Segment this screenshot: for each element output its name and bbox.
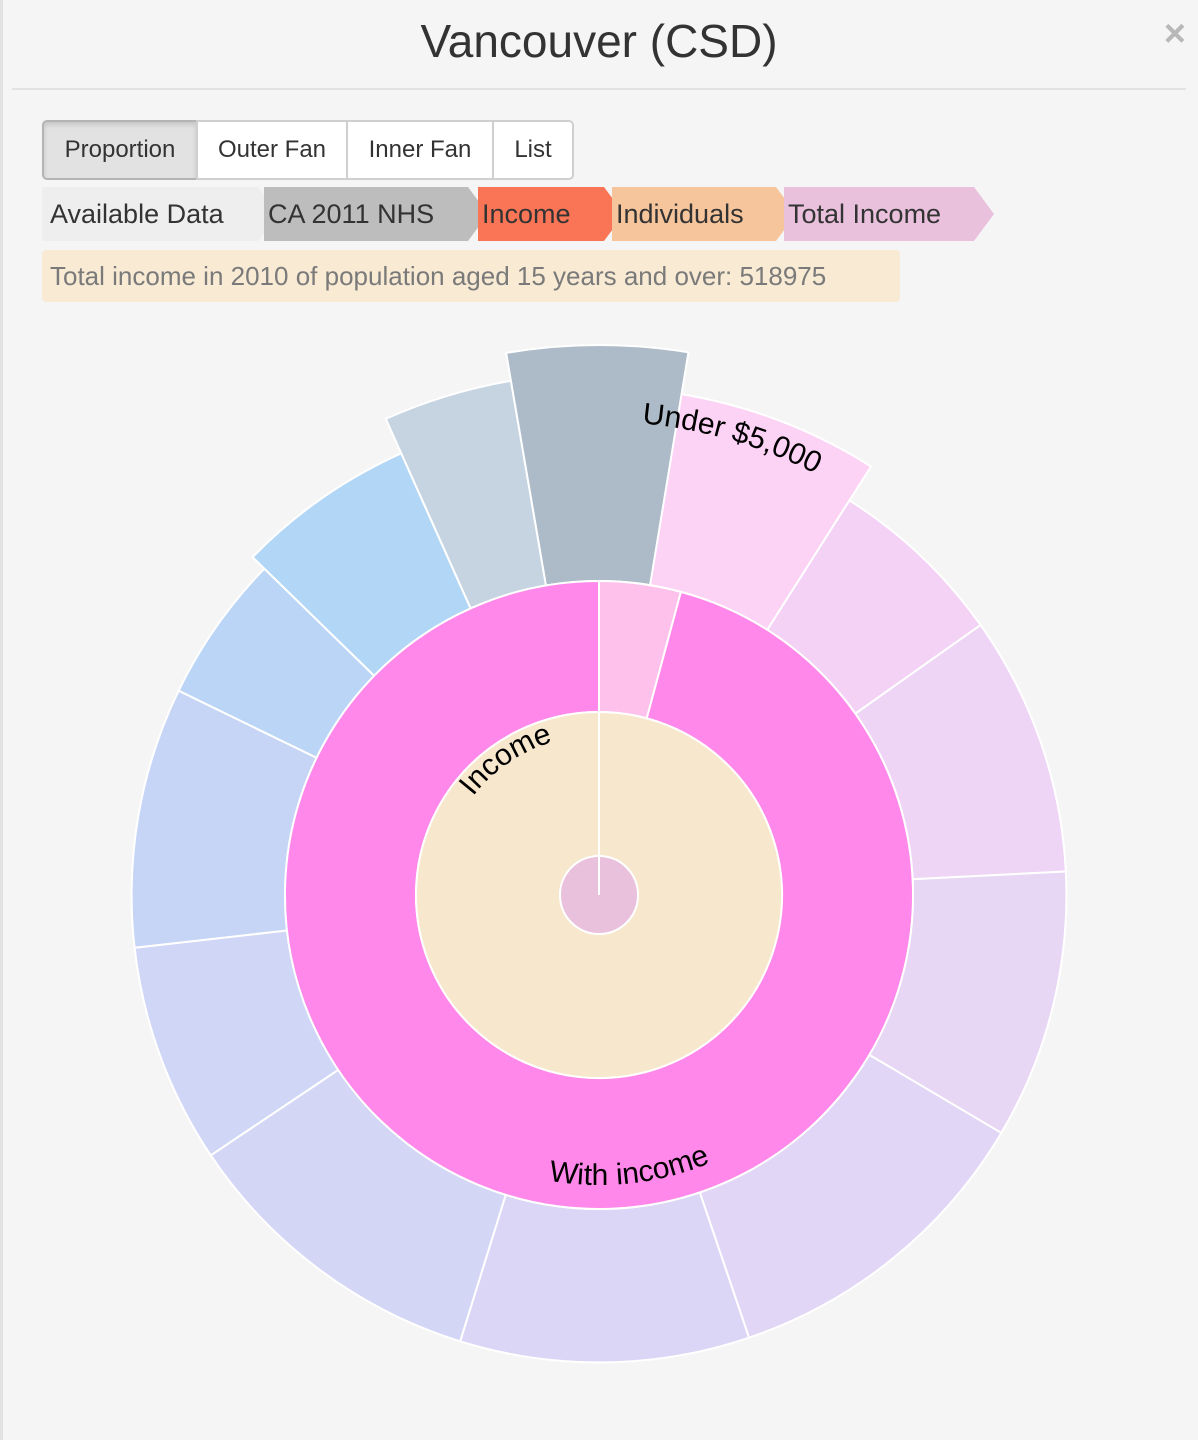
- sunburst-chart: Under $5,000With incomeIncome: [130, 344, 1068, 1364]
- breadcrumb-item-income[interactable]: Income: [474, 187, 624, 241]
- breadcrumb-label: Available Data: [50, 199, 224, 229]
- breadcrumb-item-total-income[interactable]: Total Income: [780, 187, 994, 241]
- sunburst-outer-segment[interactable]: [458, 1191, 751, 1364]
- modal-title: Vancouver (CSD): [420, 15, 778, 67]
- close-icon[interactable]: ×: [1164, 14, 1186, 54]
- breadcrumb-label: CA 2011 NHS: [268, 199, 435, 229]
- proportion-button[interactable]: Proportion: [42, 120, 198, 180]
- breadcrumb-item-ca-2011-nhs[interactable]: CA 2011 NHS: [260, 187, 488, 241]
- breadcrumb-label: Total Income: [788, 199, 942, 229]
- outer-fan-button[interactable]: Outer Fan: [196, 120, 348, 180]
- breadcrumb-item-individuals[interactable]: Individuals: [608, 187, 796, 241]
- breadcrumb-label: Income: [482, 199, 571, 229]
- modal-header: Vancouver (CSD) ×: [12, 0, 1186, 90]
- inner-fan-button[interactable]: Inner Fan: [346, 120, 494, 180]
- view-mode-button-group: Proportion Outer Fan Inner Fan List: [42, 120, 574, 180]
- breadcrumb-label: Individuals: [616, 199, 744, 229]
- list-button[interactable]: List: [492, 120, 574, 180]
- info-banner: Total income in 2010 of population aged …: [42, 250, 900, 302]
- breadcrumb-item-available-data[interactable]: Available Data: [42, 187, 278, 241]
